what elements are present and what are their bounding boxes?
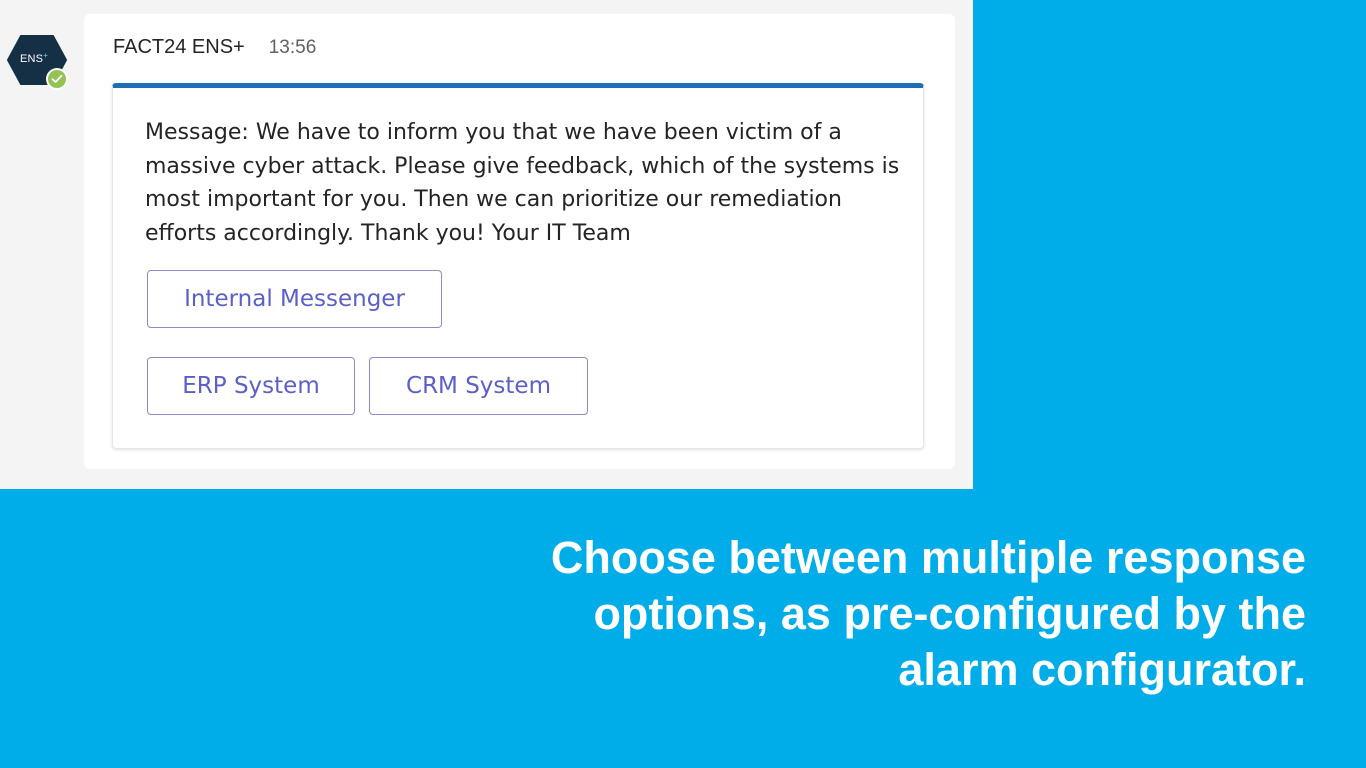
internal-messenger-button[interactable]: Internal Messenger	[147, 270, 442, 328]
bot-avatar[interactable]: ENS+	[6, 34, 68, 90]
erp-system-button[interactable]: ERP System	[147, 357, 355, 415]
checkmark-icon	[51, 74, 63, 83]
avatar-plus: +	[43, 51, 49, 60]
stage: ENS+ FACT24 ENS+ 13:56 Message: We have …	[0, 0, 1366, 768]
adaptive-card: Message: We have to inform you that we h…	[112, 83, 924, 449]
message-timestamp: 13:56	[268, 37, 317, 58]
status-badge	[46, 68, 68, 90]
message-card: FACT24 ENS+ 13:56 Message: We have to in…	[84, 14, 955, 469]
chat-panel: ENS+ FACT24 ENS+ 13:56 Message: We have …	[0, 0, 973, 489]
message-body: Message: We have to inform you that we h…	[145, 120, 900, 246]
message-header: FACT24 ENS+ 13:56	[113, 36, 316, 59]
sender-name[interactable]: FACT24 ENS+	[113, 36, 245, 59]
feature-caption: Choose between multiple response options…	[550, 532, 1306, 695]
crm-system-button[interactable]: CRM System	[369, 357, 588, 415]
avatar-label: ENS+	[20, 51, 49, 65]
